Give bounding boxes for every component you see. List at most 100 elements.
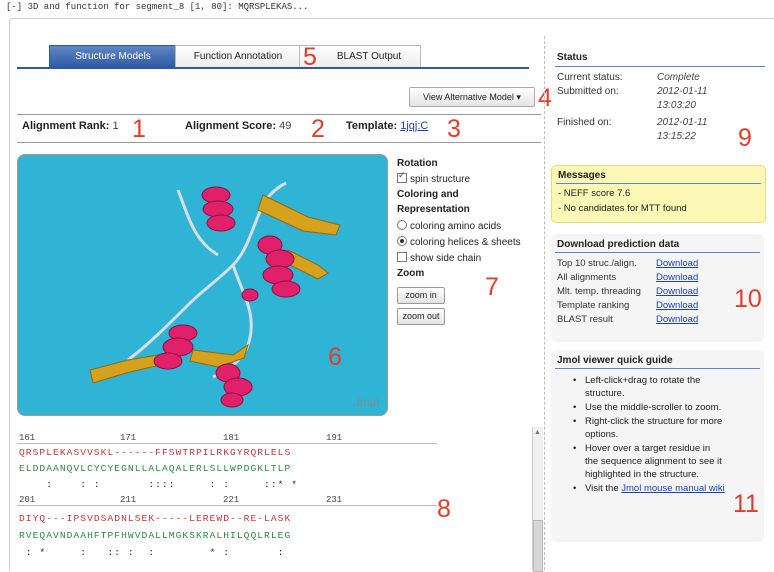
download-link[interactable]: Download xyxy=(656,286,698,297)
submitted-label: Submitted on: xyxy=(557,86,619,97)
section-rule xyxy=(556,183,761,184)
alpha-helix xyxy=(241,288,259,302)
template-label: Template: xyxy=(346,120,398,132)
download-label: Top 10 struc./align. xyxy=(557,258,637,269)
download-link[interactable]: Download xyxy=(656,272,698,283)
marker-8: 8 xyxy=(437,495,451,523)
divider xyxy=(17,142,541,143)
alpha-helix xyxy=(201,186,236,232)
guide-item: Hover over a target residue in the seque… xyxy=(573,442,725,481)
coloring-heading-2: Representation xyxy=(397,204,470,215)
message-item: - NEFF score 7.6 xyxy=(558,188,631,199)
coloring-amino-acids-option[interactable]: coloring amino acids xyxy=(397,220,501,232)
messages-panel: Messages - NEFF score 7.6 - No candidate… xyxy=(551,165,766,223)
ruler-line xyxy=(17,505,437,506)
beta-sheet xyxy=(89,354,161,384)
finished-label: Finished on: xyxy=(557,117,612,128)
alignment-rank: Alignment Rank: 1 xyxy=(22,120,119,132)
template-sequence-row[interactable]: ELDDAANQVLCYCYEGNLLALAQALERLSLLWPDGKLTLP xyxy=(19,463,291,474)
ruler-161: 161 xyxy=(19,433,36,443)
query-sequence-row[interactable]: QRSPLEKASVVSKL------FFSWTRPILRKGYRQRLELS xyxy=(19,447,291,458)
jmol-watermark: Jmol xyxy=(353,395,379,409)
guide-item-link: Visit the Jmol mouse manual wiki xyxy=(573,482,725,495)
marker-2: 2 xyxy=(311,115,325,143)
ruler-211: 211 xyxy=(120,495,137,505)
score-label: Alignment Score: xyxy=(185,120,277,132)
amino-label: coloring amino acids xyxy=(410,221,502,232)
download-title: Download prediction data xyxy=(557,239,680,250)
ruler-221: 221 xyxy=(223,495,240,505)
finished-time: 13:15:22 xyxy=(657,131,696,142)
spin-checkbox[interactable] xyxy=(397,170,407,183)
marker-1: 1 xyxy=(132,115,146,143)
guide-item: Right-click the structure for more optio… xyxy=(573,415,725,441)
download-label: Template ranking xyxy=(557,300,630,311)
protein-structure-render xyxy=(89,181,341,408)
segment-title[interactable]: [-] 3D and function for segment_8 [1, 80… xyxy=(6,2,308,12)
guide-item: Left-click+drag to rotate the structure. xyxy=(573,374,725,400)
section-rule xyxy=(555,368,760,369)
rank-label: Alignment Rank: xyxy=(22,120,110,132)
coloring-helices-sheets-option[interactable]: coloring helices & sheets xyxy=(397,236,521,248)
current-status-label: Current status: xyxy=(557,72,623,83)
scroll-up-icon[interactable]: ▲ xyxy=(534,429,541,436)
download-link[interactable]: Download xyxy=(656,314,698,325)
template-link[interactable]: 1jqj:C xyxy=(400,120,428,132)
jmol-manual-link[interactable]: Jmol mouse manual wiki xyxy=(621,483,724,494)
ruler-line xyxy=(17,443,437,444)
ruler-171: 171 xyxy=(120,433,137,443)
coloring-heading-1: Coloring and xyxy=(397,189,459,200)
tab-function-annotation[interactable]: Function Annotation xyxy=(175,45,301,68)
template-info: Template: 1jqj:C xyxy=(346,120,428,132)
download-label: Mlt. temp. threading xyxy=(557,286,641,297)
ruler-201: 201 xyxy=(19,495,36,505)
submitted-date: 2012-01-11 xyxy=(657,86,708,97)
guide-link-prefix: Visit the xyxy=(585,483,622,494)
amino-radio[interactable] xyxy=(397,220,407,230)
beta-sheet xyxy=(257,194,341,236)
guide-item: Use the middle-scroller to zoom. xyxy=(573,401,725,414)
helices-radio[interactable] xyxy=(397,236,407,246)
helices-label: coloring helices & sheets xyxy=(410,237,521,248)
ruler-231: 231 xyxy=(326,495,343,505)
marker-9: 9 xyxy=(738,124,752,152)
conservation-row: : : : :::: : : ::* * xyxy=(19,479,299,490)
marker-10: 10 xyxy=(734,285,762,313)
submitted-time: 13:03:20 xyxy=(657,100,696,111)
messages-title: Messages xyxy=(558,170,606,181)
zoom-in-button[interactable]: zoom in xyxy=(397,287,445,304)
score-value: 49 xyxy=(279,120,292,132)
status-title: Status xyxy=(557,52,588,63)
zoom-out-button[interactable]: zoom out xyxy=(397,308,445,325)
view-alternative-model-button[interactable]: View Alternative Model ▾ xyxy=(409,87,535,107)
sequence-alignment[interactable]: 161 171 181 191 QRSPLEKASVVSKL------FFSW… xyxy=(17,427,541,570)
side-chain-label: show side chain xyxy=(410,253,482,264)
jmol-viewer[interactable]: Jmol xyxy=(17,154,388,416)
download-link[interactable]: Download xyxy=(656,258,698,269)
ruler-181: 181 xyxy=(223,433,240,443)
download-link[interactable]: Download xyxy=(656,300,698,311)
side-chain-checkbox[interactable] xyxy=(397,252,407,262)
ruler-191: 191 xyxy=(326,433,343,443)
rotation-heading: Rotation xyxy=(397,158,438,169)
download-panel: Download prediction data Top 10 struc./a… xyxy=(551,234,764,342)
side-chain-option[interactable]: show side chain xyxy=(397,252,481,264)
rank-value: 1 xyxy=(112,120,119,132)
marker-6: 6 xyxy=(328,343,342,371)
guide-title: Jmol viewer quick guide xyxy=(557,355,673,366)
section-rule xyxy=(555,252,760,253)
tab-blast-output[interactable]: BLAST Output xyxy=(299,45,421,68)
download-label: BLAST result xyxy=(557,314,613,325)
spin-structure-option[interactable]: spin structure xyxy=(397,170,471,185)
tab-structure-models[interactable]: Structure Models xyxy=(49,45,177,68)
scrollbar-thumb[interactable] xyxy=(533,520,543,572)
marker-7: 7 xyxy=(485,273,499,301)
query-sequence-row[interactable]: DIYQ---IPSVDSADNLSEK-----LEREWD--RE-LASK xyxy=(19,513,291,524)
current-status-value: Complete xyxy=(657,72,700,83)
spin-label: spin structure xyxy=(410,174,471,185)
tab-underline xyxy=(17,67,529,69)
conservation-row: : * : :: : : * : : xyxy=(19,547,285,558)
finished-date: 2012-01-11 xyxy=(657,117,708,128)
marker-5: 5 xyxy=(303,43,317,71)
template-sequence-row[interactable]: RVEQAVNDAAHFTPFHWVDALLMGKSKRALHILQQLRLEG xyxy=(19,530,291,541)
